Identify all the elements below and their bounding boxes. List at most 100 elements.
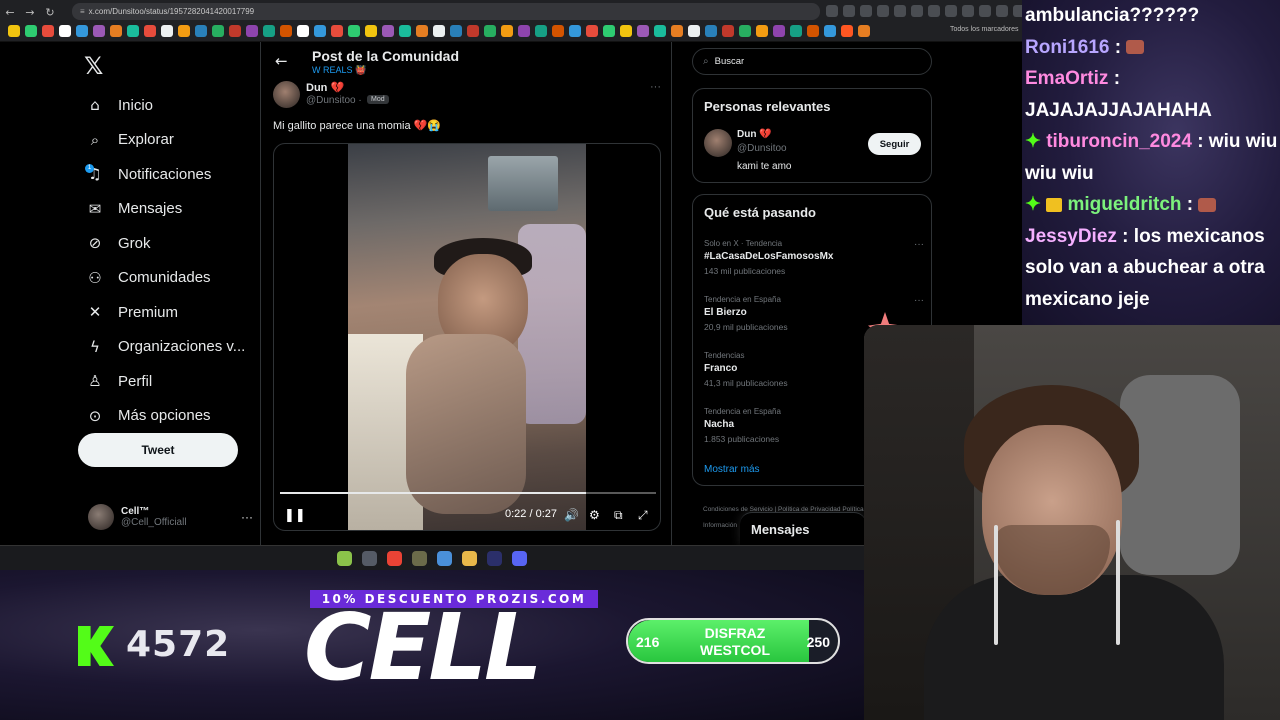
bookmark-icon[interactable] xyxy=(331,25,343,37)
extension-icon[interactable] xyxy=(877,5,889,17)
bookmark-icon[interactable] xyxy=(399,25,411,37)
taskbar-app-icon[interactable] xyxy=(362,550,377,566)
bookmark-icon[interactable] xyxy=(263,25,275,37)
extension-icon[interactable] xyxy=(928,5,940,17)
bookmark-icon[interactable] xyxy=(246,25,258,37)
taskbar-app-icon[interactable] xyxy=(462,550,477,566)
site-info-icon[interactable]: ≡ xyxy=(80,7,85,16)
bookmark-icon[interactable] xyxy=(484,25,496,37)
extension-icon[interactable] xyxy=(843,5,855,17)
bookmark-icon[interactable] xyxy=(93,25,105,37)
bookmark-icon[interactable] xyxy=(756,25,768,37)
author-name[interactable]: Dun 💔 xyxy=(306,81,344,94)
trend-item[interactable]: Solo en X · Tendencia #LaCasaDeLosFamosos… xyxy=(704,239,924,276)
sidebar-item-notificaciones[interactable]: ♫ 1 Notificaciones xyxy=(84,157,245,192)
bookmark-icon[interactable] xyxy=(603,25,615,37)
bookmark-icon[interactable] xyxy=(841,25,853,37)
sidebar-item-mensajes[interactable]: ✉ Mensajes xyxy=(84,192,245,227)
chat-username[interactable]: tiburoncin_2024 xyxy=(1046,131,1192,152)
extension-icon[interactable] xyxy=(911,5,923,17)
avatar[interactable] xyxy=(704,129,732,157)
extension-icon[interactable] xyxy=(860,5,872,17)
bookmark-icon[interactable] xyxy=(416,25,428,37)
bookmark-icon[interactable] xyxy=(59,25,71,37)
video-player[interactable]: ❚❚ 0:22 / 0:27 🔊 ⚙ ⧉ ⤢ xyxy=(273,143,661,531)
sidebar-item-grok[interactable]: ⊘ Grok xyxy=(84,226,245,261)
follow-button[interactable]: Seguir xyxy=(868,133,921,155)
back-arrow-icon[interactable]: ← xyxy=(275,52,288,70)
chat-username[interactable]: JessyDiez xyxy=(1025,226,1117,247)
bookmark-icon[interactable] xyxy=(535,25,547,37)
bookmark-icon[interactable] xyxy=(314,25,326,37)
pause-icon[interactable]: ❚❚ xyxy=(284,508,306,523)
bookmark-icon[interactable] xyxy=(620,25,632,37)
bookmark-icon[interactable] xyxy=(586,25,598,37)
bookmark-icon[interactable] xyxy=(8,25,20,37)
address-bar[interactable]: ≡ x.com/Dunsitoo/status/1957282041420017… xyxy=(72,3,820,20)
bookmark-icon[interactable] xyxy=(127,25,139,37)
taskbar-app-icon[interactable] xyxy=(412,550,427,566)
bookmark-icon[interactable] xyxy=(365,25,377,37)
settings-icon[interactable]: ⚙ xyxy=(589,508,600,522)
chat-username[interactable]: Roni1616 xyxy=(1025,37,1109,58)
taskbar-app-icon[interactable] xyxy=(387,550,402,566)
sidebar-item-organizaciones-v[interactable]: ϟ Organizaciones v... xyxy=(84,330,245,365)
taskbar-app-icon[interactable] xyxy=(487,550,502,566)
bookmark-icon[interactable] xyxy=(297,25,309,37)
sidebar-item-más-opciones[interactable]: ⊙ Más opciones xyxy=(84,399,245,434)
taskbar-app-icon[interactable] xyxy=(437,550,452,566)
bookmark-icon[interactable] xyxy=(705,25,717,37)
reload-icon[interactable]: ↻ xyxy=(40,6,60,19)
bookmark-icon[interactable] xyxy=(858,25,870,37)
extension-icon[interactable] xyxy=(826,5,838,17)
messages-drawer[interactable]: Mensajes xyxy=(740,512,866,545)
taskbar-app-icon[interactable] xyxy=(337,550,352,566)
sidebar-item-premium[interactable]: ✕ Premium xyxy=(84,295,245,330)
bookmark-icon[interactable] xyxy=(518,25,530,37)
more-icon[interactable]: ··· xyxy=(650,81,661,93)
bookmark-icon[interactable] xyxy=(552,25,564,37)
bookmark-icon[interactable] xyxy=(42,25,54,37)
more-icon[interactable]: ··· xyxy=(241,510,253,524)
bookmark-icon[interactable] xyxy=(144,25,156,37)
relevant-handle[interactable]: @Dunsitoo xyxy=(737,143,787,154)
show-more-link[interactable]: Mostrar más xyxy=(704,464,760,475)
x-logo-icon[interactable]: 𝕏 xyxy=(84,52,103,80)
more-icon[interactable]: ··· xyxy=(914,239,924,250)
bookmark-icon[interactable] xyxy=(110,25,122,37)
bookmark-icon[interactable] xyxy=(807,25,819,37)
relevant-name[interactable]: Dun 💔 xyxy=(737,129,772,140)
bookmark-icon[interactable] xyxy=(688,25,700,37)
community-link[interactable]: W REALS 👹 xyxy=(312,65,366,76)
bookmark-icon[interactable] xyxy=(25,25,37,37)
taskbar-app-icon[interactable] xyxy=(512,550,527,566)
sidebar-item-inicio[interactable]: ⌂ Inicio xyxy=(84,88,245,123)
bookmarks-folder[interactable]: Todos los marcadores xyxy=(950,26,1018,33)
search-input[interactable]: ⌕ Buscar xyxy=(692,48,932,75)
bookmark-icon[interactable] xyxy=(76,25,88,37)
tweet-button[interactable]: Tweet xyxy=(78,433,238,467)
bookmark-icon[interactable] xyxy=(790,25,802,37)
chat-username[interactable]: EmaOrtiz xyxy=(1025,68,1108,89)
sidebar-item-comunidades[interactable]: ⚇ Comunidades xyxy=(84,261,245,296)
bookmark-icon[interactable] xyxy=(178,25,190,37)
bookmark-icon[interactable] xyxy=(501,25,513,37)
extension-icon[interactable] xyxy=(979,5,991,17)
bookmark-icon[interactable] xyxy=(433,25,445,37)
bookmark-icon[interactable] xyxy=(722,25,734,37)
bookmark-icon[interactable] xyxy=(569,25,581,37)
bookmark-icon[interactable] xyxy=(671,25,683,37)
avatar[interactable] xyxy=(273,81,300,108)
sidebar-item-perfil[interactable]: ♙ Perfil xyxy=(84,364,245,399)
bookmark-icon[interactable] xyxy=(450,25,462,37)
video-progress-bar[interactable] xyxy=(280,492,656,494)
bookmark-icon[interactable] xyxy=(280,25,292,37)
sidebar-item-explorar[interactable]: ⌕ Explorar xyxy=(84,123,245,158)
author-handle[interactable]: @Dunsitoo · xyxy=(306,95,362,106)
bookmark-icon[interactable] xyxy=(161,25,173,37)
bookmark-icon[interactable] xyxy=(195,25,207,37)
more-icon[interactable]: ··· xyxy=(914,295,924,306)
extension-icon[interactable] xyxy=(945,5,957,17)
bookmark-icon[interactable] xyxy=(467,25,479,37)
bookmark-icon[interactable] xyxy=(348,25,360,37)
